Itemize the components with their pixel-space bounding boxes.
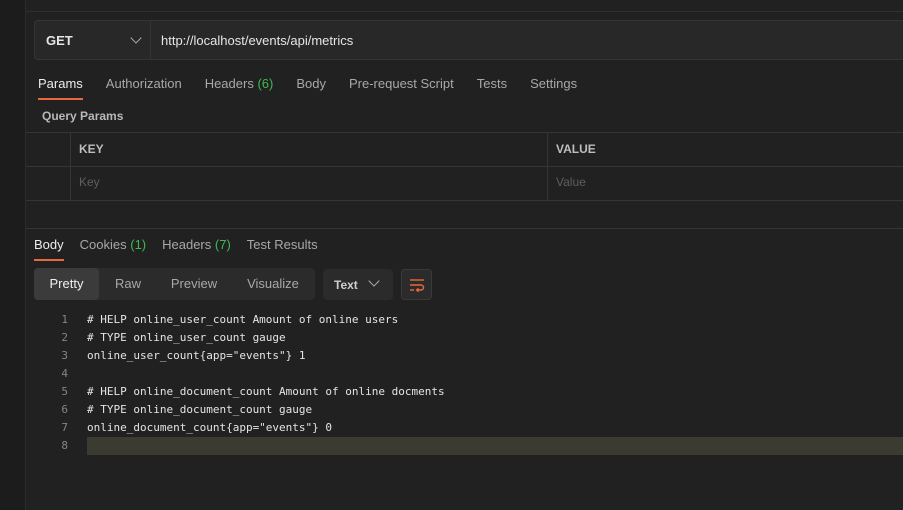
code-line: 7 online_document_count{app="events"} 0 [26,419,903,437]
table-header-row: KEY VALUE [26,133,903,167]
line-number: 4 [61,367,68,380]
line-number: 3 [61,349,68,362]
code-line: 3 online_user_count{app="events"} 1 [26,347,903,365]
value-input[interactable]: Value [556,166,896,199]
chevron-down-icon [368,275,380,287]
response-tab-headers[interactable]: Headers (7) [162,237,231,261]
current-line-highlight [87,437,903,455]
code-line: 1 # HELP online_user_count Amount of onli… [26,311,903,329]
method-select[interactable]: GET [35,21,151,59]
response-tab-cookies[interactable]: Cookies (1) [80,237,146,261]
wrap-lines-button[interactable] [401,269,432,300]
tab-headers-label: Headers [204,76,254,91]
tab-body[interactable]: Body [296,76,326,100]
line-text: online_user_count{app="events"} 1 [87,349,306,362]
url-bar: GET http://localhost/events/api/metrics [34,20,903,60]
code-line: 6 # TYPE online_document_count gauge [26,401,903,419]
wrap-lines-icon [409,278,424,292]
line-text: # HELP online_user_count Amount of onlin… [87,313,399,326]
response-tabs: Body Cookies (1) Headers (7) Test Result… [34,237,334,261]
request-tabs: Params Authorization Headers (6) Body Pr… [38,76,600,100]
visualize-button[interactable]: Visualize [231,268,315,300]
view-mode-group: Pretty Raw Preview Visualize [34,268,315,300]
key-column-header: KEY [79,142,104,156]
tab-tests[interactable]: Tests [477,76,507,100]
key-input[interactable]: Key [79,166,539,199]
chevron-down-icon [130,32,142,44]
pretty-button[interactable]: Pretty [34,268,99,300]
line-number: 2 [61,331,68,344]
tab-params[interactable]: Params [38,76,83,100]
line-number: 8 [61,439,68,452]
line-number: 6 [61,403,68,416]
line-number: 1 [61,313,68,326]
query-params-table: KEY VALUE Key Value [26,132,903,201]
pane-divider[interactable] [26,228,903,229]
code-line: 5 # HELP online_document_count Amount of … [26,383,903,401]
line-text: # TYPE online_document_count gauge [87,403,313,416]
raw-button[interactable]: Raw [99,268,157,300]
value-column-header: VALUE [556,142,596,156]
method-label: GET [46,32,73,48]
tab-settings[interactable]: Settings [530,76,577,100]
line-text: # TYPE online_user_count gauge [87,331,286,344]
response-tab-cookies-label: Cookies [79,237,127,252]
query-params-title: Query Params [42,109,124,123]
response-tab-headers-label: Headers [162,237,212,252]
line-text: online_document_count{app="events"} 0 [87,421,333,434]
tab-headers-count: (6) [257,76,274,91]
code-line-current: 8 [26,437,903,455]
tab-pre-request-script[interactable]: Pre-request Script [349,76,454,100]
line-number: 7 [61,421,68,434]
format-select[interactable]: Text [323,269,393,300]
code-line: 4 [26,365,903,383]
response-tab-cookies-count: (1) [130,237,147,252]
tab-authorization[interactable]: Authorization [106,76,182,100]
preview-button[interactable]: Preview [157,268,231,300]
tab-headers[interactable]: Headers (6) [205,76,274,100]
left-sidebar-strip [0,0,26,510]
code-line: 2 # TYPE online_user_count gauge [26,329,903,347]
response-body-editor[interactable]: 1 # HELP online_user_count Amount of onli… [26,311,903,455]
line-text: # HELP online_document_count Amount of o… [87,385,445,398]
table-row: Key Value [26,166,903,199]
url-input[interactable]: http://localhost/events/api/metrics [151,21,353,59]
response-tab-body[interactable]: Body [34,237,64,261]
response-tab-headers-count: (7) [214,237,231,252]
format-label: Text [334,277,358,292]
response-tab-test-results[interactable]: Test Results [247,237,318,261]
top-tab-strip [26,0,903,12]
line-number: 5 [61,385,68,398]
